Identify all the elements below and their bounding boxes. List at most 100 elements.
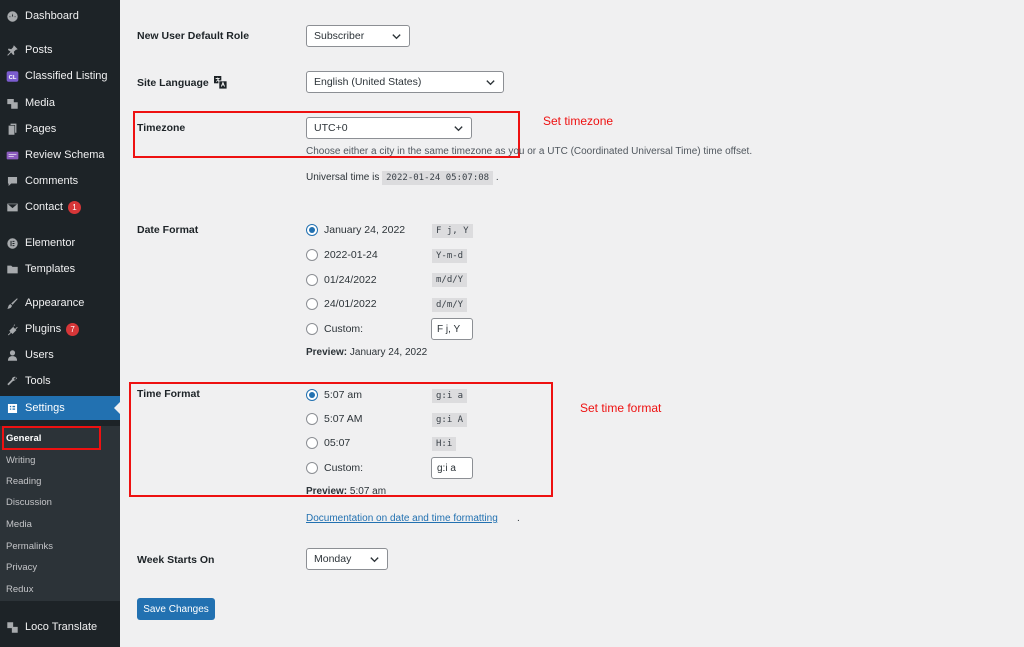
submenu-item-general[interactable]: General	[6, 433, 41, 444]
format-code: g:i a	[432, 389, 468, 403]
submenu-item-permalinks[interactable]: Permalinks	[6, 541, 53, 552]
elementor-icon	[5, 236, 19, 250]
custom-time-format-input[interactable]: g:i a	[431, 457, 473, 479]
timezone-label: Timezone	[137, 122, 186, 134]
preview-label: Preview:	[306, 347, 348, 358]
sidebar-item-settings[interactable]: Settings	[0, 396, 120, 420]
select-value: English (United States)	[314, 76, 422, 88]
radio-button[interactable]	[306, 298, 318, 310]
week-starts-select[interactable]: Monday	[306, 548, 388, 570]
radio-button[interactable]	[306, 323, 318, 335]
sidebar-item-plugins[interactable]: Plugins 7	[0, 317, 120, 341]
submenu-item-writing[interactable]: Writing	[6, 455, 35, 466]
radio-button[interactable]	[306, 249, 318, 261]
universal-time-suffix: .	[495, 172, 499, 183]
submenu-item-discussion[interactable]: Discussion	[6, 497, 52, 508]
sidebar-item-dashboard[interactable]: Dashboard	[0, 4, 120, 28]
radio-label: 5:07 am	[324, 389, 362, 401]
sidebar-item-elementor[interactable]: Elementor	[0, 231, 120, 255]
submenu-item-reading[interactable]: Reading	[6, 476, 41, 487]
universal-time-value: 2022-01-24 05:07:08	[382, 171, 494, 185]
annotation-set-time-format: Set time format	[580, 401, 662, 415]
pages-icon	[5, 122, 19, 136]
sidebar-item-label: Appearance	[25, 297, 85, 309]
radio-button[interactable]	[306, 389, 318, 401]
default-role-select[interactable]: Subscriber	[306, 25, 410, 47]
sidebar-item-label: Templates	[25, 263, 76, 275]
media-icon	[5, 96, 19, 110]
time-format-custom-option[interactable]: Custom:	[306, 460, 363, 476]
sidebar-item-review-schema[interactable]: Review Schema	[0, 143, 120, 167]
format-code: H:i	[432, 437, 457, 451]
review-icon	[5, 148, 19, 162]
site-language-label: Site Language	[137, 76, 209, 89]
preview-label: Preview:	[306, 486, 348, 497]
radio-button[interactable]	[306, 462, 318, 474]
settings-content: New User Default Role Subscriber Site La…	[120, 0, 1024, 647]
radio-button[interactable]	[306, 224, 318, 236]
sidebar-item-label: Media	[25, 97, 55, 109]
sidebar-item-contact[interactable]: Contact 1	[0, 195, 120, 219]
sidebar-item-media[interactable]: Media	[0, 91, 120, 115]
date-format-preview: Preview: January 24, 2022	[306, 347, 427, 358]
date-format-label: Date Format	[137, 224, 199, 236]
select-value: Monday	[314, 553, 352, 565]
sidebar-item-users[interactable]: Users	[0, 343, 120, 367]
radio-label: 5:07 AM	[324, 413, 363, 425]
date-format-option[interactable]: 2022-01-24	[306, 247, 378, 263]
doc-link-suffix: .	[517, 513, 520, 524]
sidebar-item-label: Tools	[25, 375, 51, 387]
site-language-row-label: Site Language	[137, 76, 227, 89]
time-format-option[interactable]: 5:07 am	[306, 387, 362, 403]
chevron-down-icon	[486, 80, 495, 86]
translate-icon	[213, 76, 227, 89]
format-code: d/m/Y	[432, 298, 468, 312]
notification-badge: 1	[67, 200, 81, 214]
user-icon	[5, 348, 19, 362]
sidebar-item-comments[interactable]: Comments	[0, 169, 120, 193]
comments-icon	[5, 174, 19, 188]
format-code: m/d/Y	[432, 273, 468, 287]
submenu-item-media[interactable]: Media	[6, 519, 32, 530]
radio-label: 01/24/2022	[324, 274, 377, 286]
chevron-down-icon	[392, 34, 401, 40]
radio-label: 2022-01-24	[324, 249, 378, 261]
timezone-select[interactable]: UTC+0	[306, 117, 472, 139]
sidebar-item-label: Posts	[25, 44, 53, 56]
sidebar-item-classified-listing[interactable]: CL Classified Listing	[0, 64, 120, 88]
save-changes-button[interactable]: Save Changes	[137, 598, 215, 620]
custom-date-format-input[interactable]: F j, Y	[431, 318, 473, 340]
radio-label: Custom:	[324, 323, 364, 335]
chevron-down-icon	[370, 557, 379, 563]
time-format-option[interactable]: 5:07 AM	[306, 411, 363, 427]
format-code: F j, Y	[432, 224, 473, 238]
radio-button[interactable]	[306, 413, 318, 425]
date-format-option[interactable]: 24/01/2022	[306, 296, 377, 312]
radio-button[interactable]	[306, 274, 318, 286]
sidebar-item-loco-translate[interactable]: Loco Translate	[0, 615, 120, 639]
sidebar-item-templates[interactable]: Templates	[0, 257, 120, 281]
date-time-docs-link[interactable]: Documentation on date and time formattin…	[306, 513, 498, 524]
sidebar-item-posts[interactable]: Posts	[0, 38, 120, 62]
time-format-label: Time Format	[137, 388, 200, 400]
format-code: g:i A	[432, 413, 468, 427]
mail-icon	[5, 200, 19, 214]
date-format-option[interactable]: 01/24/2022	[306, 272, 377, 288]
sidebar-item-label: Review Schema	[25, 149, 105, 161]
sidebar-item-label: Dashboard	[25, 10, 79, 22]
radio-button[interactable]	[306, 437, 318, 449]
date-format-option[interactable]: January 24, 2022	[306, 222, 405, 238]
sidebar-item-tools[interactable]: Tools	[0, 369, 120, 393]
sidebar-item-label: Loco Translate	[25, 621, 98, 633]
sidebar-item-pages[interactable]: Pages	[0, 117, 120, 141]
chevron-down-icon	[454, 126, 463, 132]
site-language-select[interactable]: English (United States)	[306, 71, 504, 93]
sidebar-item-appearance[interactable]: Appearance	[0, 291, 120, 315]
sidebar-item-label: Comments	[25, 175, 79, 187]
submenu-item-redux[interactable]: Redux	[6, 584, 33, 595]
radio-label: Custom:	[324, 462, 364, 474]
date-format-custom-option[interactable]: Custom:	[306, 321, 363, 337]
time-format-option[interactable]: 05:07	[306, 435, 350, 451]
translate-icon	[5, 620, 19, 634]
submenu-item-privacy[interactable]: Privacy	[6, 562, 37, 573]
